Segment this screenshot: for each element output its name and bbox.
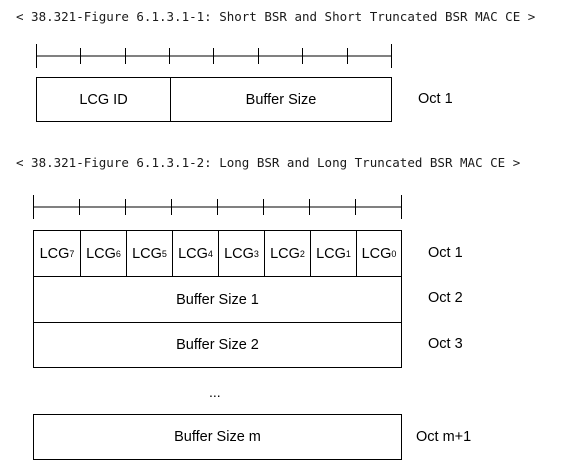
lcg-id-field: LCG ID	[79, 91, 128, 108]
figure2-octet-1: LCG 7 LCG 6 LCG 5 LCG 4 LCG 3 LCG 2 LCG 1 LCG 0	[33, 230, 402, 277]
lcg5-field: LCG 5	[126, 231, 172, 276]
buffer-size-2-row: Buffer Size 2	[33, 322, 402, 368]
buffer-size-m-row: Buffer Size m	[33, 414, 402, 460]
figure1-octet-1: LCG ID Buffer Size	[36, 77, 392, 122]
buffer-size-1-row: Buffer Size 1	[33, 276, 402, 323]
lcg4-field: LCG 4	[172, 231, 218, 276]
ellipsis: ...	[209, 384, 221, 400]
figure1-oct-label: Oct 1	[418, 91, 453, 107]
lcg0-field: LCG 0	[356, 231, 401, 276]
lcg2-field: LCG 2	[264, 231, 310, 276]
figure2-bit-ruler	[33, 195, 402, 219]
figure1-caption: < 38.321-Figure 6.1.3.1-1: Short BSR and…	[16, 9, 536, 24]
figure2-oct-m-plus-1-label: Oct m+1	[416, 429, 472, 445]
figure1-bit-ruler	[36, 44, 392, 68]
buffer-size-field: Buffer Size	[170, 78, 391, 121]
lcg3-field: LCG 3	[218, 231, 264, 276]
lcg1-field: LCG 1	[310, 231, 356, 276]
figure2-oct3-label: Oct 3	[428, 336, 463, 352]
lcg7-field: LCG 7	[39, 245, 75, 262]
figure2-caption: < 38.321-Figure 6.1.3.1-2: Long BSR and …	[16, 155, 521, 170]
figure2-oct1-label: Oct 1	[428, 245, 463, 261]
figure2-oct2-label: Oct 2	[428, 290, 463, 306]
lcg6-field: LCG 6	[80, 231, 126, 276]
